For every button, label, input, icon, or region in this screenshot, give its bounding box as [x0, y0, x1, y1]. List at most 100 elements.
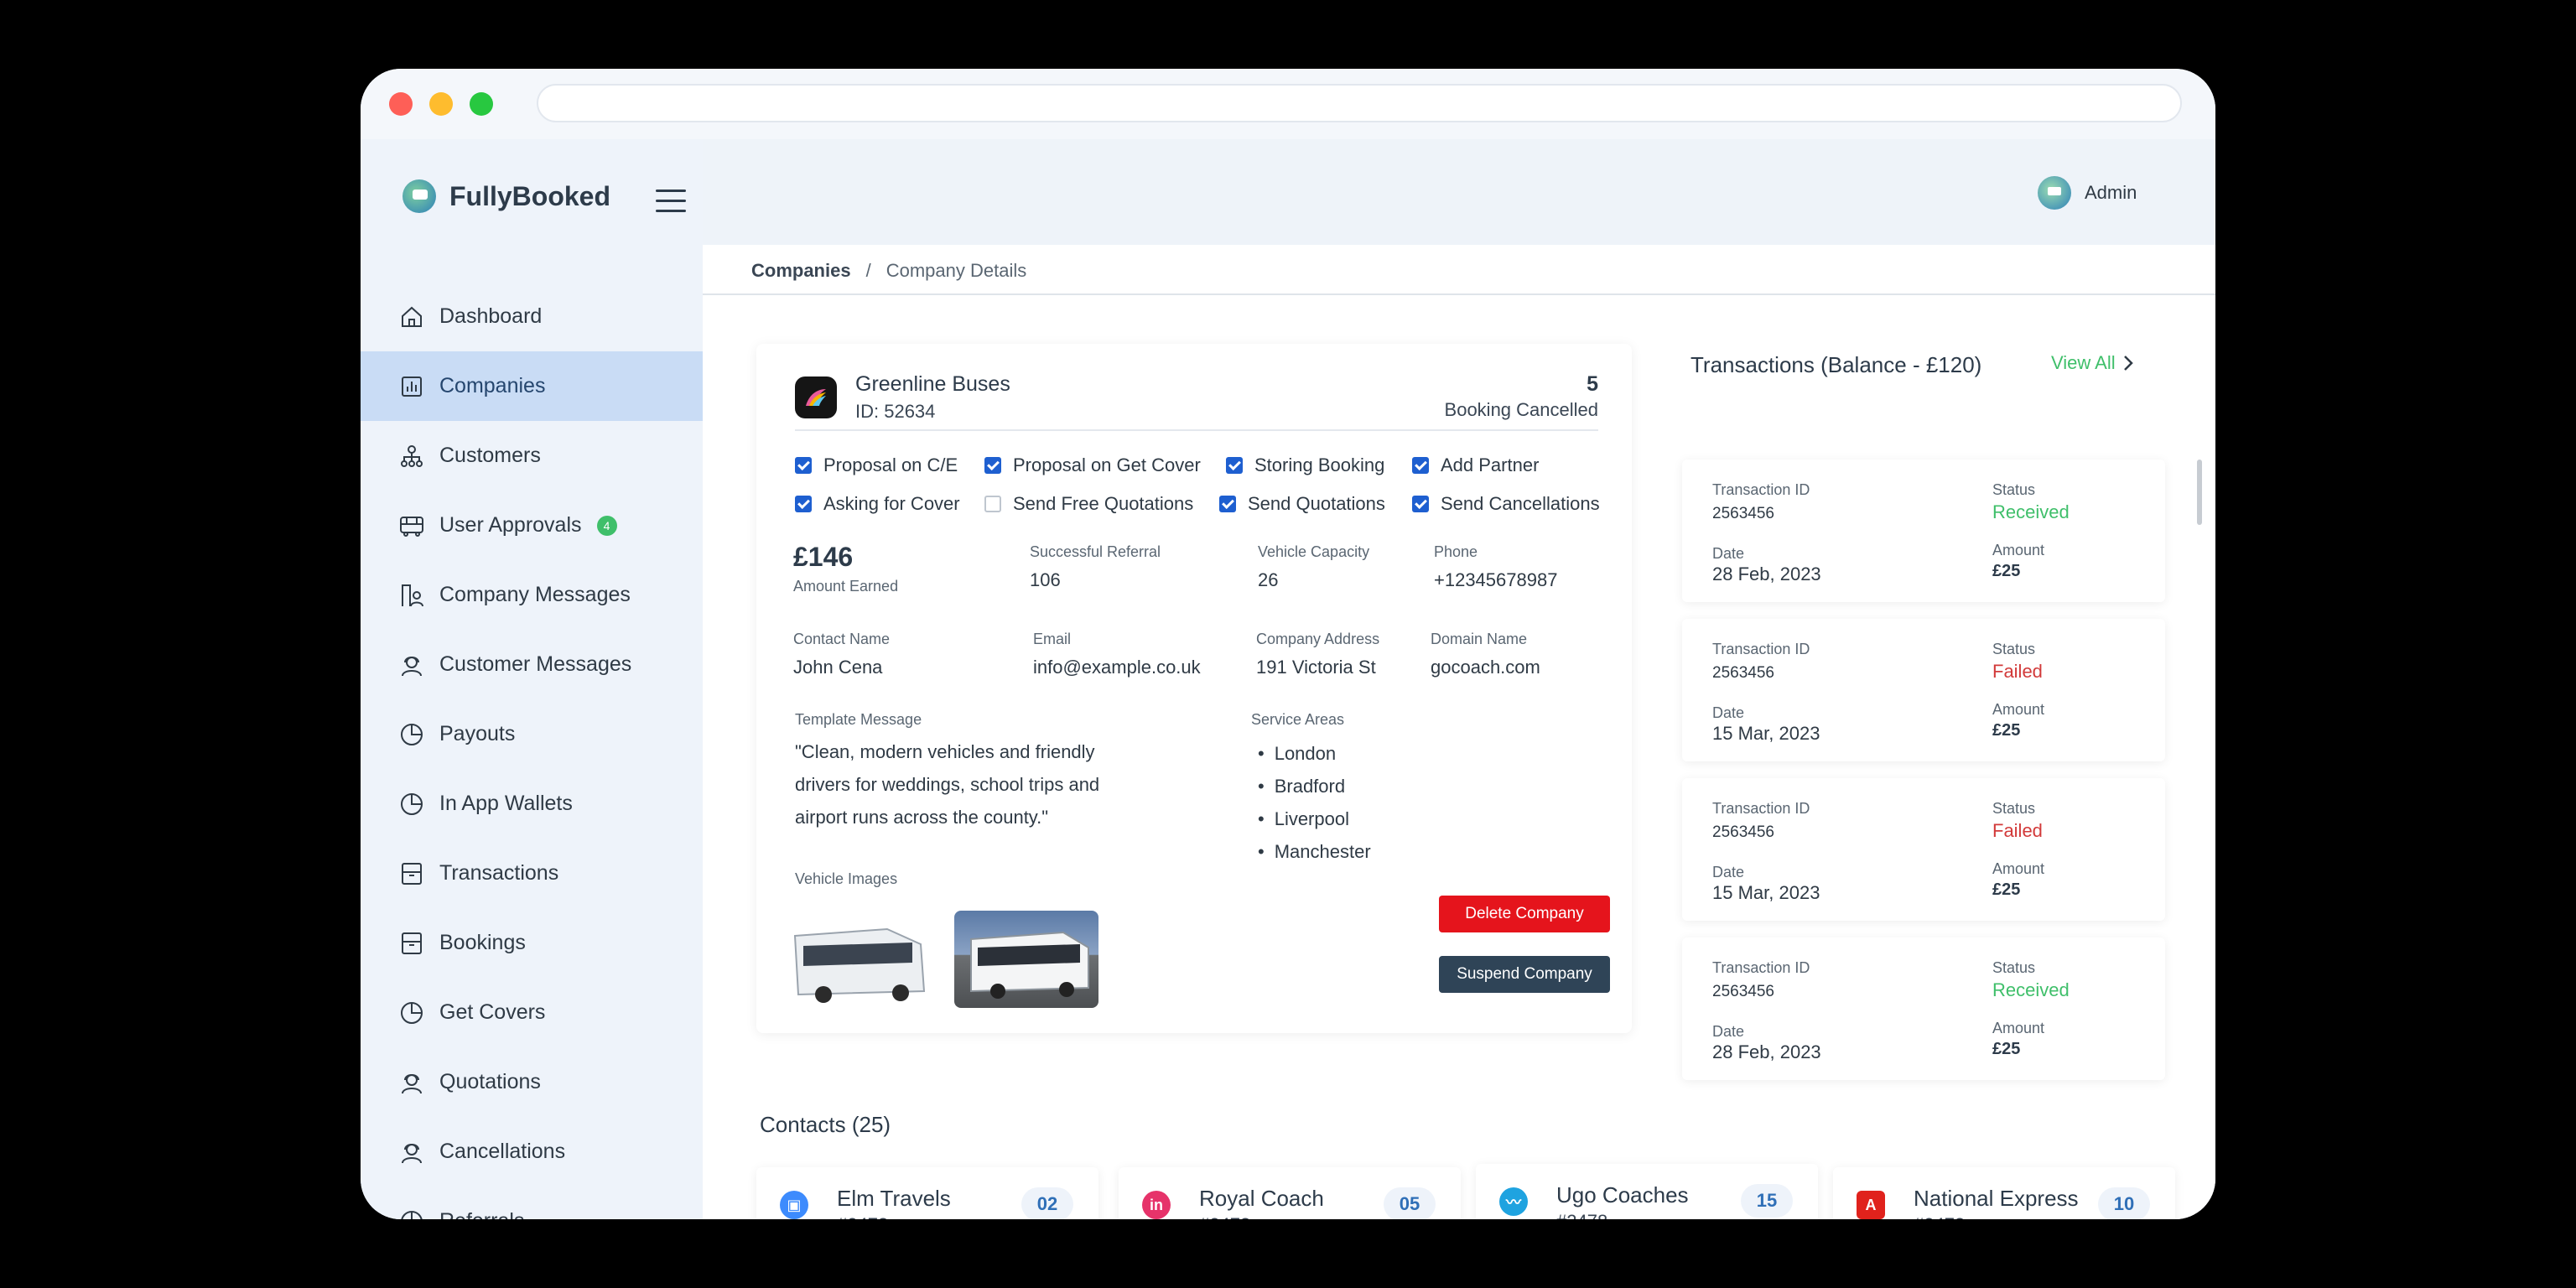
checkbox[interactable]	[984, 496, 1001, 512]
field-label: Template Message	[795, 711, 922, 728]
sidebar-item-in-app-wallets[interactable]: In App Wallets	[361, 769, 703, 839]
home-icon	[397, 303, 426, 331]
breadcrumb-companies-link[interactable]: Companies	[751, 260, 851, 282]
template-message-text: "Clean, modern vehicles and friendly dri…	[795, 741, 1100, 828]
sidebar-item-payouts[interactable]: Payouts	[361, 699, 703, 769]
contact-name: Elm Travels	[837, 1186, 951, 1211]
sidebar-item-label: Bookings	[439, 931, 526, 954]
checkbox-label: Asking for Cover	[823, 493, 960, 514]
vehicle-images: Vehicle Images	[795, 870, 897, 888]
sidebar-item-customers[interactable]: Customers	[361, 421, 703, 491]
sidebar-item-transactions[interactable]: Transactions	[361, 839, 703, 908]
transaction-card[interactable]: Transaction ID 2563456 Date 15 Mar, 2023 Sta…	[1682, 778, 2165, 921]
sidebar-item-user-approvals[interactable]: User Approvals 4	[361, 491, 703, 560]
transactions-scrollbar[interactable]	[2197, 460, 2202, 525]
permission-send-cancellations[interactable]: Send Cancellations	[1412, 493, 1600, 515]
checkbox-label: Add Partner	[1441, 454, 1540, 475]
maximize-window-button[interactable]	[470, 92, 493, 116]
contact-card[interactable]: ▣ Elm Travels #2478 02	[756, 1167, 1098, 1219]
field-label: Vehicle Capacity	[1258, 543, 1370, 560]
field-value: 191 Victoria St	[1256, 657, 1376, 678]
transaction-card[interactable]: Transaction ID 2563456 Date 15 Mar, 2023 Sta…	[1682, 619, 2165, 761]
checkbox-label: Proposal on Get Cover	[1013, 454, 1201, 475]
field-value: gocoach.com	[1431, 657, 1540, 678]
sidebar-item-label: Customers	[439, 444, 541, 467]
invision-icon: in	[1142, 1191, 1171, 1219]
hamburger-menu-button[interactable]	[656, 190, 686, 215]
avatar	[2038, 176, 2071, 210]
breadcrumb-separator: /	[865, 260, 871, 281]
address-bar[interactable]	[537, 84, 2182, 122]
contact-count-badge: 02	[1021, 1187, 1073, 1219]
checkbox[interactable]	[1412, 496, 1429, 512]
user-menu[interactable]: Admin	[2038, 176, 2137, 210]
checkbox[interactable]	[1219, 496, 1236, 512]
transaction-card[interactable]: Transaction ID 2563456 Date 28 Feb, 2023 Sta…	[1682, 460, 2165, 602]
transaction-status-label: Status	[1992, 481, 2036, 498]
view-all-link[interactable]: View All	[2051, 352, 2134, 374]
sidebar-item-customer-messages[interactable]: Customer Messages	[361, 630, 703, 699]
minimize-window-button[interactable]	[429, 92, 453, 116]
field-label: Contact Name	[793, 631, 891, 647]
sidebar-item-get-covers[interactable]: Get Covers	[361, 978, 703, 1047]
contacts-title: Contacts (25)	[760, 1112, 891, 1137]
permission-send-free-quotations[interactable]: Send Free Quotations	[984, 493, 1193, 515]
brand-logo-icon	[402, 179, 436, 213]
bus-icon	[397, 512, 426, 540]
amount-earned-label: Amount Earned	[793, 578, 899, 595]
suspend-company-button[interactable]: Suspend Company	[1439, 956, 1610, 993]
sidebar-item-label: Companies	[439, 374, 546, 397]
sidebar-item-cancellations[interactable]: Cancellations	[361, 1117, 703, 1187]
permission-add-partner[interactable]: Add Partner	[1412, 454, 1539, 476]
field-label: Company Address	[1256, 631, 1380, 647]
vehicle-image[interactable]	[954, 911, 1098, 1008]
transaction-card[interactable]: Transaction ID 2563456 Date 28 Feb, 2023 Sta…	[1682, 937, 2165, 1080]
sidebar-item-dashboard[interactable]: Dashboard	[361, 282, 703, 351]
permission-send-quotations[interactable]: Send Quotations	[1219, 493, 1385, 515]
company-id: ID: 52634	[855, 401, 936, 422]
sidebar-item-label: Get Covers	[439, 1000, 546, 1024]
field-value: +12345678987	[1434, 569, 1558, 590]
cancelled-bookings-count: 5	[1587, 372, 1598, 396]
sidebar-item-company-messages[interactable]: Company Messages	[361, 560, 703, 630]
email: Email info@example.co.uk	[1033, 631, 1201, 678]
contact-card[interactable]: 〰 Ugo Coaches #2478 15	[1476, 1164, 1818, 1219]
sidebar-item-companies[interactable]: Companies	[361, 351, 703, 421]
sidebar-item-quotations[interactable]: Quotations	[361, 1047, 703, 1117]
amount-earned: £146 Amount Earned	[793, 542, 898, 595]
checkbox[interactable]	[1226, 457, 1243, 474]
sidebar-item-referrals[interactable]: Referrals	[361, 1187, 703, 1219]
list-item: Manchester	[1251, 835, 1371, 868]
menu-line	[656, 200, 686, 202]
permission-proposal-get-cover[interactable]: Proposal on Get Cover	[984, 454, 1201, 476]
checkbox[interactable]	[795, 496, 812, 512]
checkbox[interactable]	[1412, 457, 1429, 474]
menu-line	[656, 190, 686, 192]
brand[interactable]: FullyBooked	[402, 179, 610, 213]
menu-line	[656, 210, 686, 212]
close-window-button[interactable]	[389, 92, 413, 116]
field-value: 26	[1258, 569, 1279, 590]
transaction-amount: £25	[1992, 1040, 2021, 1058]
sidebar-item-bookings[interactable]: Bookings	[361, 908, 703, 978]
permission-proposal-ce[interactable]: Proposal on C/E	[795, 454, 958, 476]
permission-asking-for-cover[interactable]: Asking for Cover	[795, 493, 960, 515]
contact-card[interactable]: A National Express #2478 10	[1833, 1167, 2175, 1219]
person-building-icon	[397, 581, 426, 610]
support-agent-icon	[397, 1068, 426, 1097]
checkbox[interactable]	[984, 457, 1001, 474]
transactions-title: Transactions (Balance - £120)	[1690, 352, 1982, 377]
sidebar-item-label: Company Messages	[439, 583, 631, 606]
transaction-amount: £25	[1992, 562, 2021, 580]
delete-company-button[interactable]: Delete Company	[1439, 896, 1610, 932]
sidebar-nav: Dashboard Companies Customers User Appro…	[361, 282, 703, 1219]
checkbox[interactable]	[795, 457, 812, 474]
permission-storing-booking[interactable]: Storing Booking	[1226, 454, 1384, 476]
user-name: Admin	[2085, 182, 2137, 203]
sidebar-item-label: Cancellations	[439, 1140, 566, 1163]
transaction-id: 2563456	[1712, 823, 1774, 841]
contact-card[interactable]: in Royal Coach #2478 05	[1119, 1167, 1461, 1219]
vehicle-image[interactable]	[787, 911, 931, 1008]
transaction-date-label: Date	[1712, 545, 1745, 562]
support-agent-icon	[397, 1138, 426, 1166]
